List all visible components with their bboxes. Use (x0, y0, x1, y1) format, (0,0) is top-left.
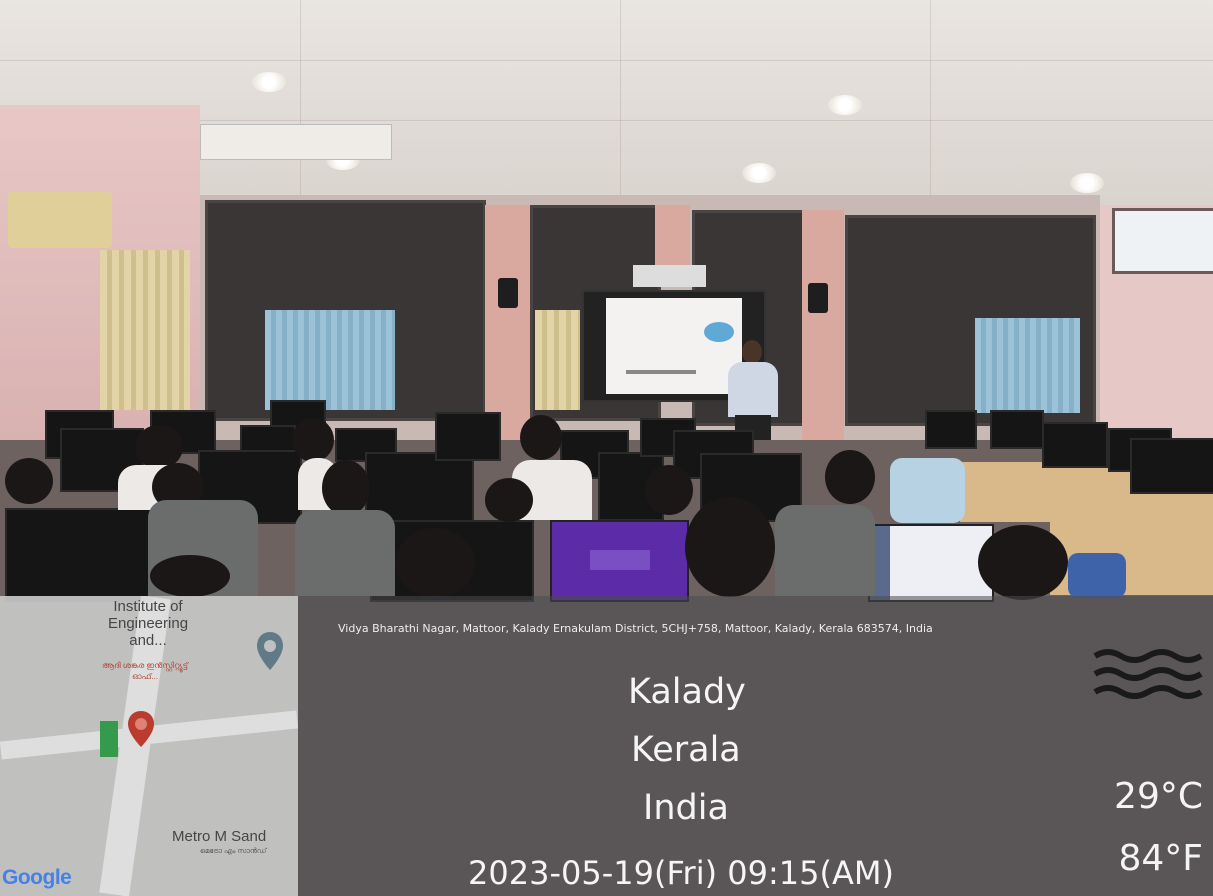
ceiling-light (252, 72, 286, 92)
slide-text (626, 370, 696, 374)
student-head (5, 458, 53, 504)
haze-icon (1093, 649, 1203, 699)
computer-monitor (990, 410, 1044, 449)
map-green-area (100, 721, 118, 757)
speaker (498, 278, 518, 308)
temperature-fahrenheit: 84°F (1118, 838, 1203, 879)
google-logo: Google (2, 866, 72, 889)
projector (633, 265, 706, 287)
date-time-stamp: 2023-05-19(Fri) 09:15(AM) (468, 854, 894, 892)
student-head (645, 465, 693, 515)
student-head (322, 460, 370, 516)
address-line: Vidya Bharathi Nagar, Mattoor, Kalady Er… (338, 622, 933, 635)
computer-monitor-active (868, 524, 994, 602)
ceiling-grid (620, 0, 621, 200)
student-head (485, 478, 533, 522)
city-label: Kalady (628, 672, 746, 712)
student-vest (295, 510, 395, 596)
air-conditioner (8, 192, 112, 248)
map-place-name-local: ആദി ശങ്കര ഇൻസ്റ്റിറ്റ്യൂട്ട് ഓഫ്... (102, 661, 188, 681)
ceiling-light (828, 95, 862, 115)
geotag-overlay: Vidya Bharathi Nagar, Mattoor, Kalady Er… (298, 596, 1213, 896)
student-head (978, 525, 1068, 600)
ceiling-grid (300, 0, 301, 200)
ceiling-light (742, 163, 776, 183)
curtain (100, 250, 190, 410)
student-vest (775, 505, 875, 596)
pillar (485, 205, 530, 440)
curtain (535, 310, 580, 410)
slide-graphic (704, 322, 734, 342)
chair (1068, 553, 1126, 598)
location-map: Institute of Engineering and... ആദി ശങ്ക… (0, 596, 298, 896)
map-place-name: Institute of Engineering and... (107, 598, 189, 649)
student-head (825, 450, 875, 504)
ceiling-light (1070, 173, 1104, 193)
hanging-light-panel (200, 124, 392, 160)
computer-monitor (1042, 422, 1108, 468)
student-head (395, 528, 475, 598)
map-nearby-place-local: മെട്രോ എം സാൻഡ് (200, 848, 267, 855)
temperature-celsius: 29°C (1114, 776, 1203, 817)
chair (890, 458, 965, 523)
ceiling-grid (930, 0, 931, 200)
student-head (685, 497, 775, 597)
window (1112, 208, 1213, 274)
speaker (808, 283, 828, 313)
blue-map-pin-icon (257, 632, 283, 670)
computer-monitor (435, 412, 501, 461)
slide (606, 298, 742, 394)
curtain (265, 310, 395, 410)
computer-monitor (925, 410, 977, 449)
country-label: India (643, 788, 729, 828)
red-map-pin-icon (128, 711, 154, 747)
student-head (520, 415, 562, 460)
curtain (975, 318, 1080, 413)
student-head (150, 555, 230, 597)
state-label: Kerala (631, 730, 741, 770)
pillar (802, 210, 844, 440)
map-nearby-place: Metro M Sand (172, 828, 267, 845)
student-head (292, 418, 334, 462)
computer-monitor (1130, 438, 1213, 494)
computer-monitor (5, 508, 154, 602)
ceiling-grid (0, 60, 1213, 61)
computer-monitor-active (550, 520, 689, 602)
